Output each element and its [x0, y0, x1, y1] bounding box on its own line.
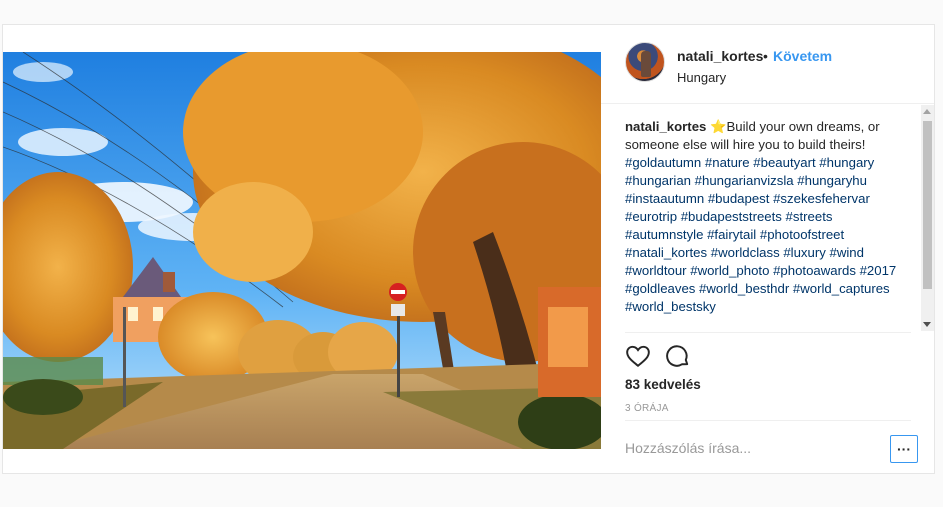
post-time[interactable]: 3 ÓRÁJA	[625, 403, 669, 414]
username-link[interactable]: natali_kortes	[677, 48, 763, 64]
post-card: natali_kortes • Követem Hungary natali_k…	[2, 24, 935, 474]
autumn-street-photo	[3, 52, 601, 449]
avatar-figure	[641, 51, 651, 77]
comment-button[interactable]	[665, 343, 693, 371]
ellipsis-icon: ···	[897, 441, 911, 457]
caption: natali_kortes ⭐Build your own dreams, or…	[625, 118, 905, 316]
more-options-button[interactable]: ···	[890, 435, 918, 463]
caption-scrollbar[interactable]	[921, 105, 934, 331]
scroll-up-arrow[interactable]	[923, 109, 931, 114]
avatar[interactable]	[625, 42, 665, 82]
divider	[625, 420, 911, 421]
heart-icon	[626, 345, 650, 367]
follow-button[interactable]: Követem	[773, 48, 832, 64]
scrollbar-thumb[interactable]	[923, 121, 932, 289]
separator-dot: •	[763, 48, 768, 64]
caption-scroll-area[interactable]: natali_kortes ⭐Build your own dreams, or…	[625, 105, 921, 331]
comment-bubble-icon	[666, 345, 689, 367]
like-button[interactable]	[625, 343, 653, 371]
post-photo[interactable]	[3, 52, 601, 449]
comment-input[interactable]	[625, 433, 875, 463]
scroll-down-arrow[interactable]	[923, 322, 931, 327]
star-emoji: ⭐	[710, 119, 727, 134]
post-header: natali_kortes • Követem Hungary	[601, 25, 934, 104]
location-link[interactable]: Hungary	[677, 70, 726, 85]
divider	[625, 332, 911, 333]
caption-username[interactable]: natali_kortes	[625, 119, 706, 134]
caption-hashtags[interactable]: #goldautumn #nature #beautyart #hungary …	[625, 155, 896, 314]
likes-count[interactable]: 83 kedvelés	[625, 377, 701, 392]
post-sidebar: natali_kortes • Követem Hungary natali_k…	[601, 25, 934, 473]
